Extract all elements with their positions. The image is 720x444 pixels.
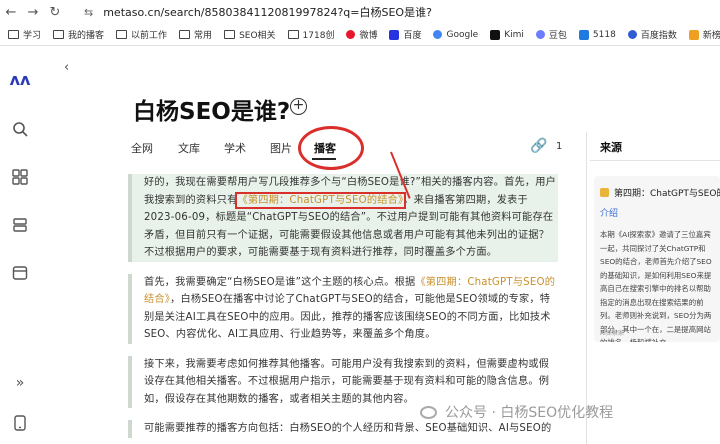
tab-academic[interactable]: 学术 [224,140,246,156]
google-icon [433,30,443,39]
bookmark-label: 豆包 [548,31,567,41]
answer-paragraph: 好的，我现在需要帮用户写几段推荐多个与“白杨SEO是谁?”相关的播客内容。首先，… [128,174,558,262]
bookmark-label: 1718创 [302,31,335,41]
answer-paragraph: 接下来，我需要考虑如何推荐其他播客。可能用户没有我搜索到的资料，但需要虚构或假设… [128,355,558,408]
add-icon[interactable]: + [290,98,307,115]
sources-divider [590,160,720,161]
folder-icon [224,30,236,39]
forward-icon[interactable]: → [22,5,44,20]
bookmark-label: 我的播客 [68,31,105,41]
address-bar: ← → ↻ ⇆ metaso.cn/search/858038411208199… [0,0,720,24]
baidu-icon [389,29,400,40]
page-title: 白杨SEO是谁? [133,99,291,125]
bookmark-label: 常用 [194,31,213,41]
watermark: 公众号 · 白杨SEO优化教程 [420,402,613,422]
bookmark-item[interactable]: 以前工作 [116,28,167,41]
answer-content: 好的，我现在需要帮用户写几段推荐多个与“白杨SEO是谁?”相关的播客内容。首先，… [128,174,558,438]
quote-bar [128,174,132,262]
bookmark-label: Google [446,29,479,40]
quote-bar [128,420,132,438]
bookmark-item[interactable]: SEO相关 [224,28,276,41]
bookmark-item[interactable]: 1718创 [287,28,335,41]
apps-grid-icon[interactable] [10,167,30,187]
source-card-title[interactable]: 第四期：ChatGPT与SEO的 [614,186,720,199]
metaso-logo-icon[interactable]: ʌʌ [10,69,31,89]
source-card-subtitle: 介绍 [600,209,619,219]
paragraph-text: ，白杨SEO在播客中讨论了ChatGPT与SEO的结合，可能他是SEO领域的专家… [144,294,551,340]
quote-bar [128,355,132,408]
answer-paragraph: 可能需要推荐的播客方向包括：白杨SEO的个人经历和背景、SEO基础知识、AI与S… [128,420,558,438]
weibo-icon [346,30,356,39]
expand-sidebar-icon[interactable]: » [10,373,30,393]
bookmark-item[interactable]: Google [433,30,478,40]
doubao-icon [535,30,545,39]
layers-icon[interactable] [10,215,30,235]
bookmark-item[interactable]: 豆包 [535,28,567,41]
tab-all-web[interactable]: 全网 [131,140,153,156]
mobile-icon[interactable] [10,413,30,433]
back-icon[interactable]: ← [0,5,22,20]
bookmark-item[interactable]: 5118 [578,29,616,40]
bookmark-item[interactable]: 百度 [389,28,421,41]
bookmark-label: 百度指数 [640,31,677,41]
wechat-icon [420,405,437,419]
bookmark-label: 学习 [23,31,42,41]
folder-icon [179,30,191,39]
url-field[interactable]: metaso.cn/search/8580384112081997824?q=白… [103,4,432,20]
bookmark-item[interactable]: 微博 [346,28,377,41]
bookmark-label: 5118 [592,29,616,40]
quote-bar [128,273,132,344]
left-sidebar: ʌʌ » [0,47,40,444]
source-card[interactable]: 第四期：ChatGPT与SEO的 介绍 本期《AI探索家》邀请了三位嘉宾一起，共… [594,176,720,342]
tab-images[interactable]: 图片 [270,140,292,156]
paragraph-text: 接下来，我需要考虑如何推荐其他播客。可能用户没有我搜索到的资料，但需要虚构或假设… [144,358,550,405]
bookmark-label: 以前工作 [131,31,168,41]
source-citation-link[interactable]: 《第四期：ChatGPT与SEO的结合》 [234,191,407,209]
bookmark-item[interactable]: 常用 [179,28,212,41]
podcast-favicon-icon [600,188,609,197]
newrank-icon [688,29,699,40]
tab-library[interactable]: 文库 [178,140,200,156]
bookmark-label: 新榜 [702,31,720,41]
site-info-icon[interactable]: ⇆ [84,6,93,19]
link-count: 1 [556,141,563,152]
paragraph-text: 首先，我需要确定“白杨SEO是谁”这个主题的核心点。根据 [144,276,416,288]
bookmark-label: 百度 [403,31,422,41]
paragraph-text: 可能需要推荐的播客方向包括：白杨SEO的个人经历和背景、SEO基础知识、AI与S… [144,423,552,434]
5118-icon [578,29,589,40]
source-card-text: 本期《AI探索家》邀请了三位嘉宾一起，共同探讨了关ChatGTP和SEO的结合，… [600,230,712,342]
link-icon[interactable]: 🔗 [530,138,547,154]
source-card-header: 第四期：ChatGPT与SEO的 [600,186,720,199]
sources-heading: 来源 [600,141,622,154]
panel-divider [586,132,587,444]
baidu-index-icon [627,30,637,39]
bookmark-item[interactable]: 百度指数 [627,28,677,41]
reload-icon[interactable]: ↻ [44,5,66,20]
bookmark-item[interactable]: 学习 [8,28,41,41]
source-card-meta: AI探索家 [600,330,624,337]
watermark-text: 公众号 · 白杨SEO优化教程 [445,405,614,421]
answer-paragraph: 首先，我需要确定“白杨SEO是谁”这个主题的核心点。根据《第四期：ChatGPT… [128,273,558,344]
collapse-panel-icon[interactable]: ‹ [64,60,69,75]
bookmarks-bar: 学习 我的播客 以前工作 常用 SEO相关 1718创 微博 百度 Google Kimi 豆包 51… [0,24,720,46]
kimi-icon [490,29,501,40]
bookmark-label: SEO相关 [239,31,276,41]
bookmark-item[interactable]: 新榜 [688,28,720,41]
bookmark-item[interactable]: Kimi [490,29,524,40]
annotation-circle [298,126,364,170]
folder-icon [8,30,19,39]
bookmark-label: 微博 [359,31,378,41]
folder-icon [287,30,299,39]
search-icon[interactable] [10,119,30,139]
folder-icon [53,30,65,39]
bookmark-item[interactable]: 我的播客 [53,28,104,41]
folder-icon [116,30,128,39]
bookmark-label: Kimi [504,29,524,40]
window-icon[interactable] [10,263,30,283]
